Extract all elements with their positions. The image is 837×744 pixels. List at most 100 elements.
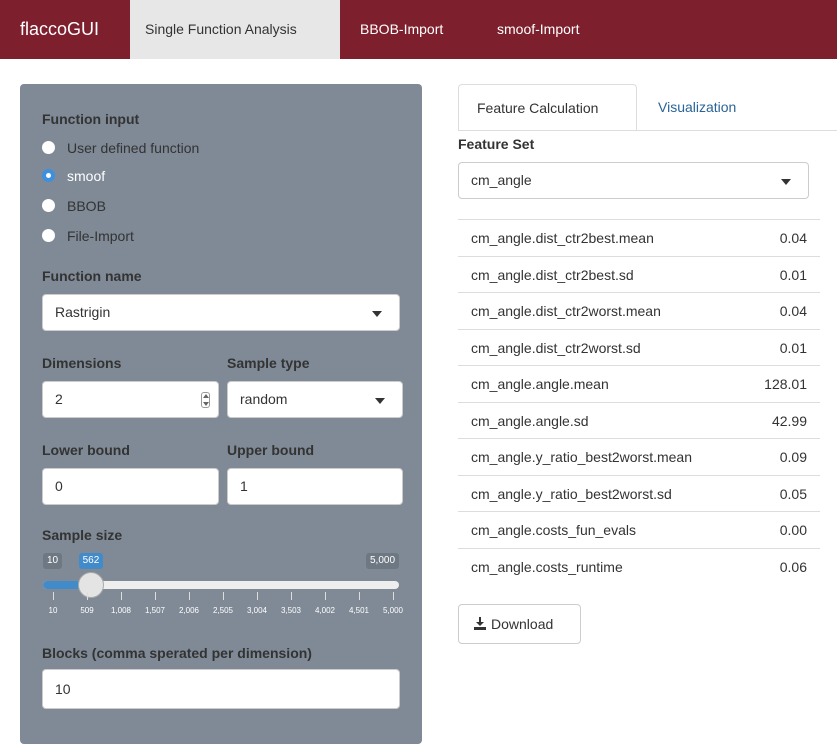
- slider-handle[interactable]: [77, 572, 104, 598]
- download-label: Download: [491, 616, 554, 632]
- slider-tick-label: 3,503: [280, 606, 302, 615]
- slider-tick-label: 3,004: [246, 606, 268, 615]
- feature-value: 0.09: [779, 449, 807, 465]
- slider-tick-label: 4,501: [348, 606, 370, 615]
- feature-name: cm_angle.dist_ctr2worst.sd: [471, 339, 641, 356]
- feature-set-select[interactable]: cm_angle: [458, 162, 809, 199]
- download-icon: [474, 617, 486, 630]
- slider-min-label: 10: [43, 553, 63, 569]
- tab-visualization[interactable]: Visualization: [640, 84, 754, 131]
- radio-label: smoof: [67, 168, 106, 184]
- nav-tab-bbob-import[interactable]: BBOB-Import: [345, 0, 458, 59]
- lower-bound-value: 0: [55, 478, 63, 494]
- slider-tick-label: 5,000: [382, 606, 404, 615]
- feature-name: cm_angle.dist_ctr2best.sd: [471, 266, 634, 283]
- upper-bound-input[interactable]: 1: [227, 468, 403, 505]
- table-row: cm_angle.costs_runtime 0.06: [458, 547, 820, 585]
- app-brand[interactable]: flaccoGUI: [20, 0, 99, 59]
- table-row: cm_angle.dist_ctr2best.sd 0.01: [458, 255, 820, 293]
- table-row: cm_angle.angle.sd 42.99: [458, 401, 820, 439]
- slider-tick: [359, 592, 360, 600]
- slider-tick-label: 2,505: [212, 606, 234, 615]
- slider-tick: [155, 592, 156, 600]
- radio-button-checked[interactable]: [42, 169, 55, 182]
- feature-value: 42.99: [771, 412, 807, 429]
- nav-tab-single-function-analysis[interactable]: Single Function Analysis: [130, 0, 340, 59]
- slider-tick-label: 509: [80, 606, 94, 615]
- feature-value: 0.05: [779, 485, 807, 502]
- tab-feature-calculation[interactable]: Feature Calculation: [458, 84, 637, 131]
- feature-name: cm_angle.y_ratio_best2worst.sd: [471, 485, 672, 502]
- download-button[interactable]: Download: [458, 604, 581, 644]
- sample-type-select[interactable]: random: [227, 381, 403, 418]
- dimensions-input[interactable]: 2: [42, 381, 219, 418]
- slider-tick: [291, 592, 292, 600]
- slider-tick: [393, 592, 394, 600]
- blocks-value: 10: [55, 681, 71, 697]
- tab-divider: [458, 130, 837, 131]
- feature-value: 0.04: [779, 230, 807, 246]
- table-row: cm_angle.angle.mean 128.01: [458, 365, 820, 402]
- function-name-label: Function name: [42, 268, 142, 284]
- slider-value-label: 562: [78, 553, 104, 569]
- feature-set-label: Feature Set: [458, 136, 535, 152]
- spinner-icon[interactable]: [201, 392, 210, 408]
- feature-value: 0.01: [779, 266, 807, 283]
- radio-button[interactable]: [42, 199, 55, 212]
- radio-button[interactable]: [42, 229, 55, 242]
- feature-name: cm_angle.dist_ctr2worst.mean: [471, 303, 661, 319]
- feature-value: 128.01: [764, 376, 807, 392]
- feature-name: cm_angle.angle.sd: [471, 412, 589, 429]
- feature-value: 0.06: [779, 558, 807, 575]
- feature-name: cm_angle.angle.mean: [471, 376, 609, 392]
- slider-tick: [87, 592, 88, 600]
- table-row: cm_angle.dist_ctr2worst.mean 0.04: [458, 292, 820, 329]
- table-row: cm_angle.dist_ctr2best.mean 0.04: [458, 219, 820, 256]
- function-input-label: Function input: [42, 111, 140, 127]
- sample-type-label: Sample type: [227, 355, 310, 371]
- slider-max-label: 5,000: [366, 553, 400, 569]
- feature-name: cm_angle.costs_runtime: [471, 558, 623, 575]
- chevron-down-icon: [375, 398, 385, 404]
- dimensions-label: Dimensions: [42, 355, 122, 371]
- feature-table: cm_angle.dist_ctr2best.mean 0.04 cm_angle.…: [458, 219, 820, 584]
- lower-bound-input[interactable]: 0: [42, 468, 219, 505]
- radio-button[interactable]: [42, 141, 55, 154]
- feature-value: 0.00: [779, 522, 807, 538]
- radio-label: User defined function: [67, 140, 200, 156]
- dimensions-value: 2: [55, 391, 63, 407]
- feature-name: cm_angle.dist_ctr2best.mean: [471, 230, 654, 246]
- chevron-down-icon: [372, 311, 382, 317]
- radio-label: BBOB: [67, 198, 106, 214]
- upper-bound-label: Upper bound: [227, 442, 315, 458]
- feature-set-value: cm_angle: [471, 172, 532, 188]
- radio-label: File-Import: [67, 228, 134, 244]
- slider-tick-label: 2,006: [178, 606, 200, 615]
- slider-tick: [257, 592, 258, 600]
- table-row: cm_angle.y_ratio_best2worst.mean 0.09: [458, 438, 820, 475]
- feature-name: cm_angle.costs_fun_evals: [471, 522, 636, 538]
- top-navbar: flaccoGUI Single Function Analysis BBOB-…: [0, 0, 837, 59]
- blocks-input[interactable]: 10: [42, 669, 400, 709]
- slider-tick: [189, 592, 190, 600]
- feature-value: 0.04: [779, 303, 807, 319]
- slider-tick: [53, 592, 54, 600]
- table-row: cm_angle.y_ratio_best2worst.sd 0.05: [458, 474, 820, 512]
- function-name-value: Rastrigin: [55, 304, 111, 320]
- sample-size-label: Sample size: [42, 527, 123, 543]
- upper-bound-value: 1: [240, 478, 248, 494]
- slider-tick-label: 1,008: [110, 606, 132, 615]
- slider-tick-label: 10: [48, 606, 58, 615]
- slider-tick-label: 1,507: [144, 606, 166, 615]
- slider-tick: [325, 592, 326, 600]
- table-row: cm_angle.dist_ctr2worst.sd 0.01: [458, 328, 820, 366]
- nav-tab-smoof-import[interactable]: smoof-Import: [482, 0, 594, 59]
- lower-bound-label: Lower bound: [42, 442, 130, 458]
- chevron-down-icon: [781, 179, 791, 185]
- feature-name: cm_angle.y_ratio_best2worst.mean: [471, 449, 693, 465]
- table-row: cm_angle.costs_fun_evals 0.00: [458, 511, 820, 548]
- slider-tick: [223, 592, 224, 600]
- function-name-select[interactable]: Rastrigin: [42, 294, 400, 331]
- blocks-label: Blocks (comma sperated per dimension): [42, 645, 312, 661]
- sample-type-value: random: [240, 391, 288, 407]
